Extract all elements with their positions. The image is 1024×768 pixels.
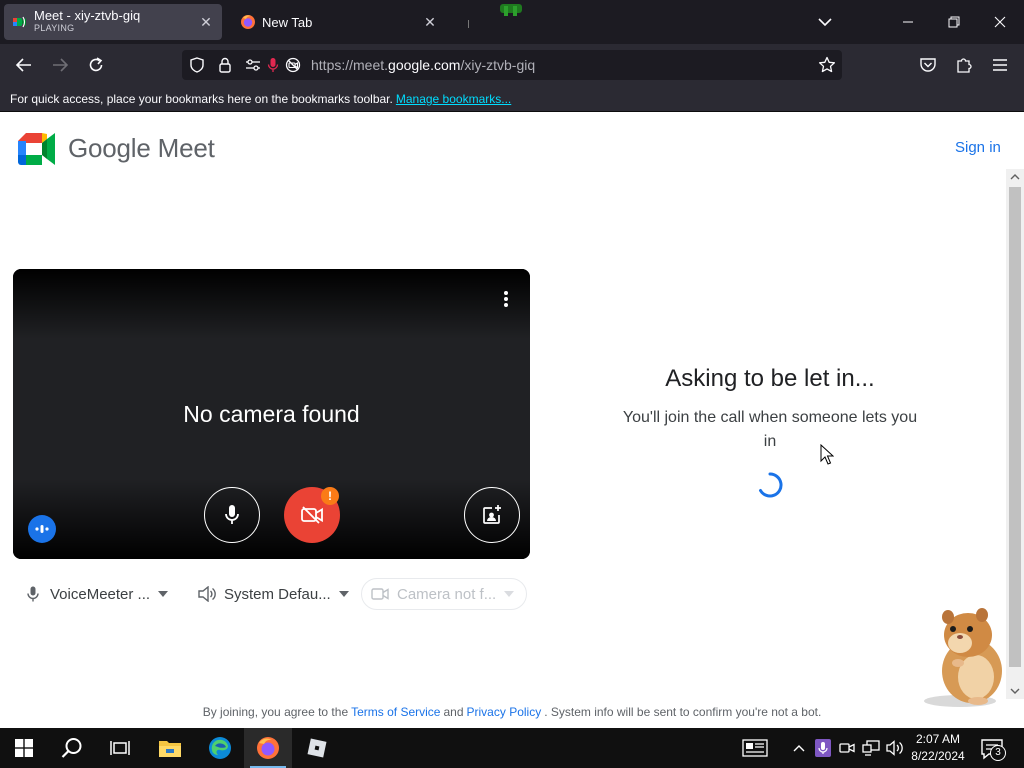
video-camera-icon <box>371 585 389 603</box>
terms-of-service-link[interactable]: Terms of Service <box>351 705 440 719</box>
speaker-selector-label: System Defau... <box>224 585 331 603</box>
system-clock[interactable]: 2:07 AM 8/22/2024 <box>906 731 970 765</box>
microphone-selector-label: VoiceMeeter ... <box>50 585 151 603</box>
browser-toolbar: https://meet.google.com/xiy-ztvb-giq <box>0 44 1024 86</box>
url-domain: google.com <box>388 57 461 73</box>
preview-top-shade <box>13 269 530 339</box>
camera-tray-icon[interactable] <box>837 738 857 758</box>
forward-arrow-icon[interactable] <box>46 52 74 78</box>
file-explorer-icon[interactable] <box>146 728 194 768</box>
terms-prefix: By joining, you agree to the <box>202 705 349 719</box>
preview-bottom-shade <box>13 479 530 559</box>
scrollbar-thumb[interactable] <box>1009 187 1021 667</box>
task-view-icon[interactable] <box>96 728 144 768</box>
speaker-selector[interactable]: System Defau... <box>198 578 349 610</box>
scroll-up-arrow-icon[interactable] <box>1006 169 1024 185</box>
clock-time: 2:07 AM <box>915 732 961 746</box>
meet-playing-favicon-icon <box>13 16 26 28</box>
notification-count-badge: 3 <box>990 745 1006 761</box>
bookmark-star-icon[interactable] <box>818 56 836 74</box>
microphone-in-use-tray-icon[interactable] <box>813 738 833 758</box>
restore-window-icon[interactable] <box>940 8 968 36</box>
url-text[interactable]: https://meet.google.com/xiy-ztvb-giq <box>311 57 535 73</box>
back-arrow-icon[interactable] <box>10 52 38 78</box>
permissions-sliders-icon[interactable] <box>244 56 262 74</box>
microphone-in-use-icon[interactable] <box>264 56 282 74</box>
speaker-icon <box>198 585 216 603</box>
bookmarks-hint: For quick access, place your bookmarks h… <box>10 92 393 106</box>
microphone-icon <box>225 505 239 524</box>
tab-new-tab[interactable]: New Tab ✕ <box>232 4 446 40</box>
volume-icon[interactable] <box>885 738 905 758</box>
firefox-icon <box>241 15 255 29</box>
network-icon[interactable] <box>861 738 881 758</box>
visual-effects-button[interactable] <box>464 487 520 543</box>
windows-start-icon[interactable] <box>0 728 48 768</box>
mouse-cursor-icon <box>820 444 834 465</box>
green-decoration-icon <box>500 4 522 16</box>
bookmarks-toolbar: For quick access, place your bookmarks h… <box>0 86 1024 112</box>
tab-title: New Tab <box>262 15 313 29</box>
camera-selector[interactable]: Camera not f... <box>361 578 527 610</box>
camera-warning-badge[interactable]: ! <box>321 487 339 505</box>
minimize-window-icon[interactable] <box>894 8 922 36</box>
hamster-overlay-icon <box>924 608 1002 707</box>
microphone-toggle-button[interactable] <box>204 487 260 543</box>
terms-and: and <box>443 705 464 719</box>
loading-spinner-icon <box>759 472 783 498</box>
extensions-puzzle-icon[interactable] <box>953 54 975 76</box>
reload-icon[interactable] <box>82 52 110 78</box>
close-window-icon[interactable] <box>986 8 1014 36</box>
privacy-policy-link[interactable]: Privacy Policy <box>467 705 542 719</box>
caret-down-icon <box>158 591 169 597</box>
sign-in-link[interactable]: Sign in <box>955 139 1001 156</box>
microphone-icon <box>24 585 42 603</box>
search-icon[interactable] <box>48 728 96 768</box>
hamburger-menu-icon[interactable] <box>989 54 1011 76</box>
tab-playing-label: PLAYING <box>34 23 75 33</box>
person-sparkle-icon <box>483 505 501 524</box>
asking-to-join-subtitle: You'll join the call when someone lets y… <box>622 409 918 450</box>
firefox-taskbar-icon[interactable] <box>244 728 292 768</box>
camera-selector-label: Camera not f... <box>397 585 497 603</box>
roblox-icon[interactable] <box>293 728 341 768</box>
url-path: /xiy-ztvb-giq <box>460 57 536 73</box>
no-camera-message: No camera found <box>183 401 360 427</box>
asking-to-join-title: Asking to be let in... <box>665 365 875 392</box>
tab-title: Meet - xiy-ztvb-giq <box>34 9 141 23</box>
screen: Meet - xiy-ztvb-giq PLAYING ✕ New Tab ✕ <box>0 0 1024 768</box>
google-meet-wordmark: Google Meet <box>68 133 215 163</box>
show-hidden-icons-chevron-icon[interactable] <box>789 738 809 758</box>
caret-down-icon <box>504 591 515 597</box>
camera-off-icon <box>301 506 323 524</box>
manage-bookmarks-link[interactable]: Manage bookmarks... <box>396 92 511 106</box>
news-widget-icon[interactable] <box>740 738 770 758</box>
video-preview: No camera found ! <box>13 269 530 559</box>
meet-page: Google Meet Sign in No camera found ! Vo… <box>0 113 1024 728</box>
tracking-protection-shield-icon[interactable] <box>188 56 206 74</box>
terms-suffix: . System info will be sent to confirm yo… <box>544 705 822 719</box>
audio-level-indicator-icon <box>28 515 56 543</box>
windows-taskbar: 2:07 AM 8/22/2024 3 <box>0 728 1024 768</box>
lock-icon[interactable] <box>216 56 234 74</box>
tab-divider <box>468 20 469 28</box>
close-tab-icon[interactable]: ✕ <box>422 14 438 30</box>
browser-tab-strip: Meet - xiy-ztvb-giq PLAYING ✕ New Tab ✕ <box>0 0 1024 44</box>
close-tab-icon[interactable]: ✕ <box>198 14 214 30</box>
google-meet-logo-icon <box>18 133 55 165</box>
url-prefix: https://meet. <box>311 57 389 73</box>
address-bar[interactable]: https://meet.google.com/xiy-ztvb-giq <box>182 50 842 80</box>
list-all-tabs-chevron-icon[interactable] <box>814 12 836 32</box>
more-options-vertical-dots-icon[interactable] <box>496 287 516 311</box>
edge-icon[interactable] <box>196 728 244 768</box>
clock-date: 8/22/2024 <box>911 749 965 763</box>
camera-blocked-icon[interactable] <box>284 56 302 74</box>
tab-meet[interactable]: Meet - xiy-ztvb-giq PLAYING ✕ <box>4 4 222 40</box>
microphone-selector[interactable]: VoiceMeeter ... <box>24 578 169 610</box>
pocket-icon[interactable] <box>917 54 939 76</box>
terms-notice: By joining, you agree to the Terms of Ser… <box>0 705 1024 719</box>
caret-down-icon <box>338 591 349 597</box>
